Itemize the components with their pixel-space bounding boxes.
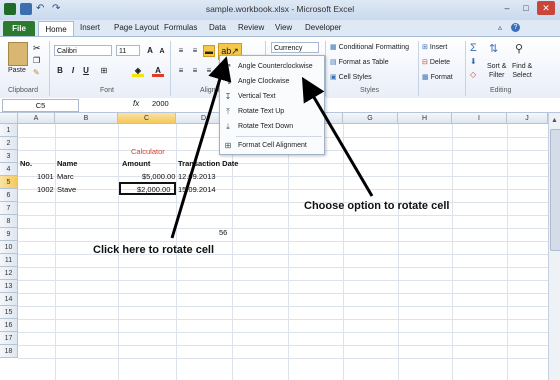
arrow-to-dropdown (301, 76, 374, 197)
annotation-click-here: Click here to rotate cell (93, 244, 215, 256)
annotation-arrows (170, 56, 374, 239)
arrow-to-orientation-button (170, 56, 232, 239)
annotation-choose-option: Choose option to rotate cell (304, 200, 450, 212)
